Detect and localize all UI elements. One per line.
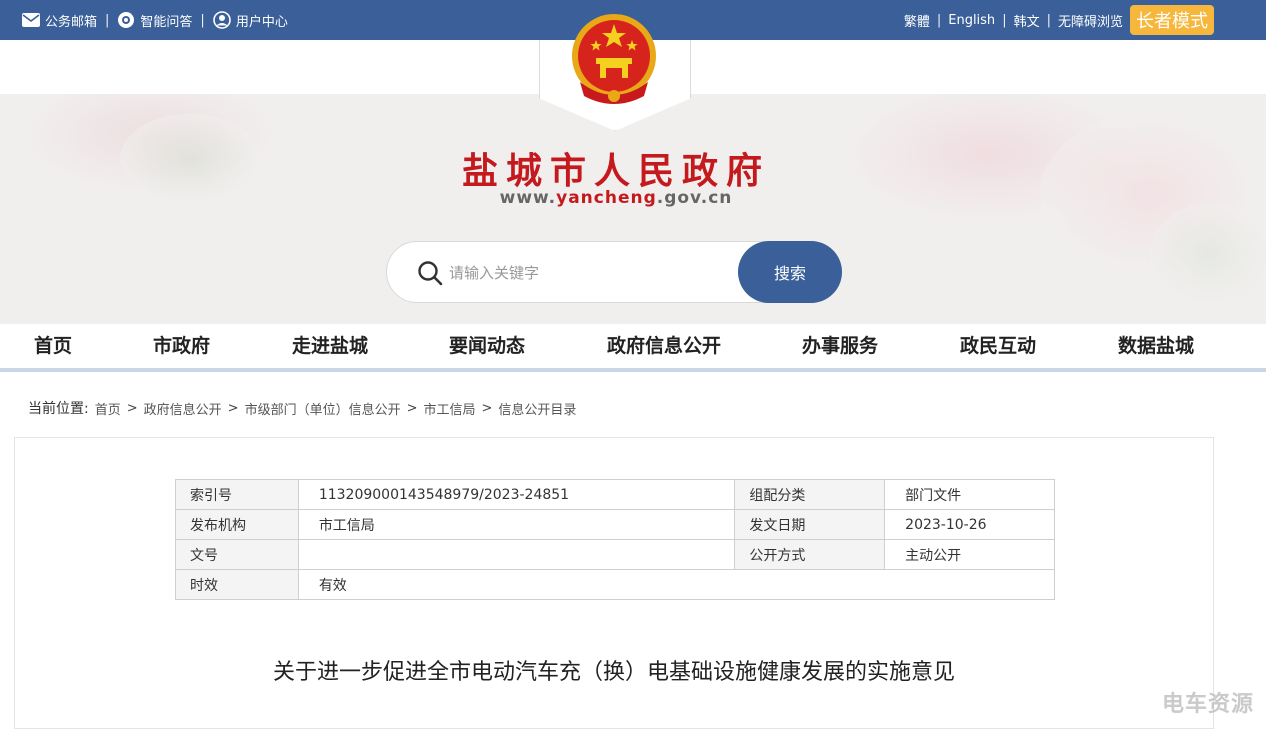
site-url-highlight: yancheng <box>556 188 657 208</box>
open-method-label: 公开方式 <box>734 539 886 570</box>
index-value: 113209000143548979/2023-24851 <box>297 479 736 510</box>
breadcrumb-catalog[interactable]: 信息公开目录 <box>498 399 576 418</box>
site-url-prefix: www. <box>499 188 557 208</box>
nav-data[interactable]: 数据盐城 <box>1118 331 1194 358</box>
table-row: 文号 公开方式 主动公开 <box>175 539 1055 570</box>
search-icon <box>418 261 443 286</box>
issuer-value: 市工信局 <box>297 509 736 540</box>
divider: | <box>200 12 205 28</box>
table-row: 索引号 113209000143548979/2023-24851 组配分类 部… <box>175 479 1055 510</box>
category-value: 部门文件 <box>884 479 1055 510</box>
site-title: 盐城市人民政府 <box>461 150 770 192</box>
breadcrumb-home[interactable]: 首页 <box>95 399 121 418</box>
main-nav: 首页 市政府 走进盐城 要闻动态 政府信息公开 办事服务 政民互动 数据盐城 <box>0 324 1266 368</box>
breadcrumb: 当前位置: 首页 > 政府信息公开 > 市级部门（单位）信息公开 > 市工信局 … <box>28 398 576 418</box>
breadcrumb-government-info[interactable]: 政府信息公开 <box>144 399 222 418</box>
validity-label: 时效 <box>175 569 299 600</box>
open-method-value: 主动公开 <box>884 539 1055 570</box>
breadcrumb-separator: > <box>227 400 239 416</box>
divider: | <box>936 12 942 28</box>
nav-city-government[interactable]: 市政府 <box>153 331 210 358</box>
nav-interaction[interactable]: 政民互动 <box>960 331 1036 358</box>
user-center-label: 用户中心 <box>235 14 288 30</box>
divider: | <box>1046 12 1051 28</box>
document-meta-table: 索引号 113209000143548979/2023-24851 组配分类 部… <box>175 479 1056 600</box>
breadcrumb-lead: 当前位置: <box>28 401 89 417</box>
mail-link[interactable]: 公务邮箱 <box>22 11 97 30</box>
docno-value <box>297 539 736 570</box>
search-bar: 搜索 <box>386 241 842 303</box>
user-icon <box>213 11 231 29</box>
breadcrumb-bureau[interactable]: 市工信局 <box>423 399 475 418</box>
category-label: 组配分类 <box>734 479 886 510</box>
mail-link-label: 公务邮箱 <box>45 14 98 30</box>
breadcrumb-separator: > <box>481 400 493 416</box>
document-title: 关于进一步促进全市电动汽车充（换）电基础设施健康发展的实施意见 <box>272 660 955 685</box>
smart-qa-link[interactable]: 智能问答 <box>117 11 192 30</box>
validity-value: 有效 <box>297 569 1056 600</box>
elder-mode-button[interactable]: 长者模式 <box>1130 5 1214 35</box>
index-label: 索引号 <box>175 479 299 510</box>
issuer-label: 发布机构 <box>175 509 299 540</box>
site-url-suffix: .gov.cn <box>656 188 733 208</box>
nav-news[interactable]: 要闻动态 <box>449 331 525 358</box>
content-panel: 索引号 113209000143548979/2023-24851 组配分类 部… <box>14 437 1214 729</box>
table-row: 发布机构 市工信局 发文日期 2023-10-26 <box>175 509 1055 540</box>
search-input[interactable] <box>447 257 721 289</box>
national-emblem-icon <box>572 14 656 104</box>
breadcrumb-separator: > <box>406 400 418 416</box>
korean-link[interactable]: 韩文 <box>1014 11 1040 30</box>
smart-qa-label: 智能问答 <box>140 14 193 30</box>
chat-bot-icon <box>118 12 135 28</box>
traditional-chinese-link[interactable]: 繁體 <box>904 11 930 30</box>
divider: | <box>1002 12 1007 28</box>
accessibility-link[interactable]: 无障碍浏览 <box>1058 11 1123 30</box>
search-button[interactable]: 搜索 <box>738 241 842 303</box>
nav-about-yancheng[interactable]: 走进盐城 <box>292 331 368 358</box>
nav-services[interactable]: 办事服务 <box>802 331 878 358</box>
breadcrumb-separator: > <box>126 400 138 416</box>
language-links: 繁體 | English | 韩文 | 无障碍浏览 长者模式 <box>904 0 1214 40</box>
mail-icon <box>22 13 40 27</box>
top-links: 公务邮箱 | 智能问答 | 用户中心 <box>22 0 288 40</box>
divider: | <box>105 12 110 28</box>
nav-divider <box>0 368 1266 372</box>
watermark: 电车资源 <box>1161 692 1254 717</box>
nav-government-info[interactable]: 政府信息公开 <box>607 331 721 358</box>
date-label: 发文日期 <box>734 509 886 540</box>
table-row: 时效 有效 <box>175 569 1056 600</box>
blossom-decoration <box>1150 204 1266 304</box>
breadcrumb-departments[interactable]: 市级部门（单位）信息公开 <box>245 399 401 418</box>
english-link[interactable]: English <box>948 13 995 28</box>
docno-label: 文号 <box>175 539 299 570</box>
date-value: 2023-10-26 <box>884 509 1055 540</box>
site-url: www.yancheng.gov.cn <box>0 188 1232 208</box>
nav-home[interactable]: 首页 <box>34 331 72 358</box>
user-center-link[interactable]: 用户中心 <box>213 11 288 30</box>
